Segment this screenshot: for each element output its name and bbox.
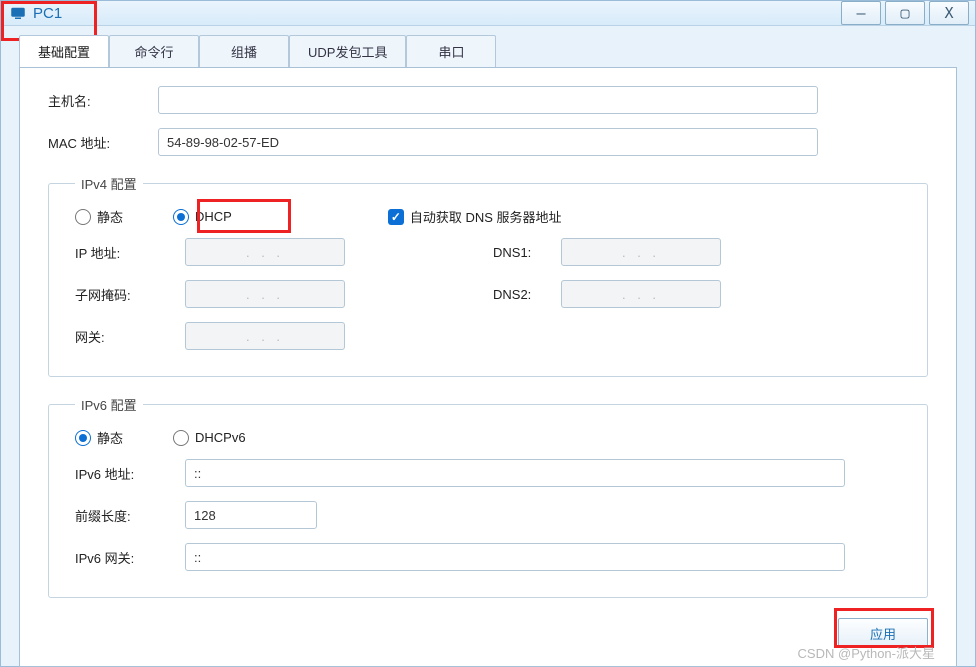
hostname-input[interactable] xyxy=(158,86,818,114)
ip-input[interactable]: . . . xyxy=(185,238,345,266)
ipv6-gw-input[interactable] xyxy=(185,543,845,571)
radio-icon xyxy=(75,430,91,446)
gateway-label: 网关: xyxy=(75,327,185,346)
ipv4-dhcp-radio[interactable]: DHCP xyxy=(173,209,232,225)
mac-label: MAC 地址: xyxy=(48,133,158,152)
window: PC1 — ▢ X 基础配置 命令行 组播 UDP发包工具 串口 主机名: MA… xyxy=(0,0,976,667)
ipv6-legend: IPv6 配置 xyxy=(75,395,143,414)
ip-label: IP 地址: xyxy=(75,243,185,262)
tab-serial[interactable]: 串口 xyxy=(406,35,496,68)
dns1-label: DNS1: xyxy=(493,245,561,260)
minimize-button[interactable]: — xyxy=(841,1,881,25)
ipv4-static-label: 静态 xyxy=(97,207,123,226)
window-title: PC1 xyxy=(33,5,62,22)
maximize-button[interactable]: ▢ xyxy=(885,1,925,25)
auto-dns-checkbox[interactable]: ✓ 自动获取 DNS 服务器地址 xyxy=(388,207,562,226)
ipv6-group: IPv6 配置 静态 DHCPv6 IPv6 地址: 前缀长度: xyxy=(48,395,928,598)
ipv6-gw-label: IPv6 网关: xyxy=(75,548,185,567)
tab-basic[interactable]: 基础配置 xyxy=(19,35,109,68)
ipv6-addr-input[interactable] xyxy=(185,459,845,487)
mac-input[interactable] xyxy=(158,128,818,156)
ipv6-prefix-input[interactable] xyxy=(185,501,317,529)
ipv6-dhcp-label: DHCPv6 xyxy=(195,430,246,445)
mask-input[interactable]: . . . xyxy=(185,280,345,308)
apply-button[interactable]: 应用 xyxy=(838,618,928,648)
radio-icon xyxy=(75,209,91,225)
dns2-label: DNS2: xyxy=(493,287,561,302)
auto-dns-label: 自动获取 DNS 服务器地址 xyxy=(410,207,562,226)
content-panel: 主机名: MAC 地址: IPv4 配置 静态 DHCP ✓ 自动获取 DNS xyxy=(19,67,957,667)
tab-cli[interactable]: 命令行 xyxy=(109,35,199,68)
check-icon: ✓ xyxy=(388,209,404,225)
dns2-input[interactable]: . . . xyxy=(561,280,721,308)
tab-multicast[interactable]: 组播 xyxy=(199,35,289,68)
radio-icon xyxy=(173,430,189,446)
app-icon xyxy=(9,4,27,22)
ipv4-dhcp-label: DHCP xyxy=(195,209,232,224)
ipv6-static-label: 静态 xyxy=(97,428,123,447)
close-button[interactable]: X xyxy=(929,1,969,25)
ipv4-group: IPv4 配置 静态 DHCP ✓ 自动获取 DNS 服务器地址 I xyxy=(48,174,928,377)
mask-label: 子网掩码: xyxy=(75,285,185,304)
ipv6-prefix-label: 前缀长度: xyxy=(75,506,185,525)
tab-strip: 基础配置 命令行 组播 UDP发包工具 串口 xyxy=(1,26,975,67)
ipv4-legend: IPv4 配置 xyxy=(75,174,143,193)
radio-icon xyxy=(173,209,189,225)
hostname-label: 主机名: xyxy=(48,91,158,110)
ipv4-static-radio[interactable]: 静态 xyxy=(75,207,123,226)
ipv6-dhcp-radio[interactable]: DHCPv6 xyxy=(173,430,246,446)
dns1-input[interactable]: . . . xyxy=(561,238,721,266)
titlebar: PC1 — ▢ X xyxy=(1,1,975,26)
tab-udp[interactable]: UDP发包工具 xyxy=(289,35,406,68)
ipv6-addr-label: IPv6 地址: xyxy=(75,464,185,483)
ipv6-static-radio[interactable]: 静态 xyxy=(75,428,123,447)
gateway-input[interactable]: . . . xyxy=(185,322,345,350)
